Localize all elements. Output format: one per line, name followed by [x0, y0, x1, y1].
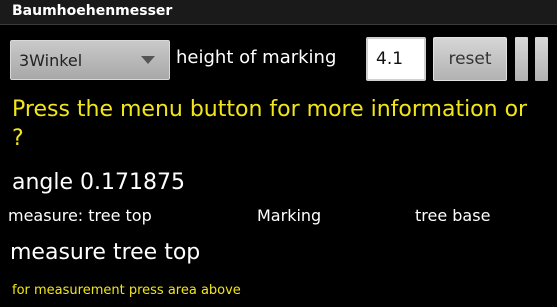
- reset-button[interactable]: reset: [433, 37, 507, 81]
- info-text: Press the menu button for more informati…: [12, 97, 528, 151]
- title-bar: Baumhoehenmesser: [0, 0, 557, 25]
- measurement-hint: for measurement press area above: [12, 283, 241, 298]
- method-spinner[interactable]: 3Winkel: [10, 40, 170, 80]
- marking-height-label: height of marking: [176, 47, 337, 68]
- marking-height-value: 4.1: [376, 49, 404, 69]
- app-title: Baumhoehenmesser: [12, 3, 173, 19]
- measure-tree-top-target[interactable]: measure: tree top: [8, 206, 152, 225]
- side-bar-right: [535, 37, 548, 81]
- side-bar-left: [515, 37, 528, 81]
- measurement-status: measure tree top: [10, 240, 201, 265]
- measure-tree-base-target[interactable]: tree base: [415, 206, 490, 225]
- marking-height-input[interactable]: 4.1: [366, 37, 426, 81]
- measure-marking-target[interactable]: Marking: [257, 206, 321, 225]
- dropdown-arrow-icon: [141, 56, 155, 64]
- method-spinner-value: 3Winkel: [19, 51, 83, 70]
- angle-readout: angle 0.171875: [12, 170, 186, 195]
- toolbar: 3Winkel height of marking 4.1 reset: [0, 25, 557, 93]
- reset-button-label: reset: [448, 49, 492, 69]
